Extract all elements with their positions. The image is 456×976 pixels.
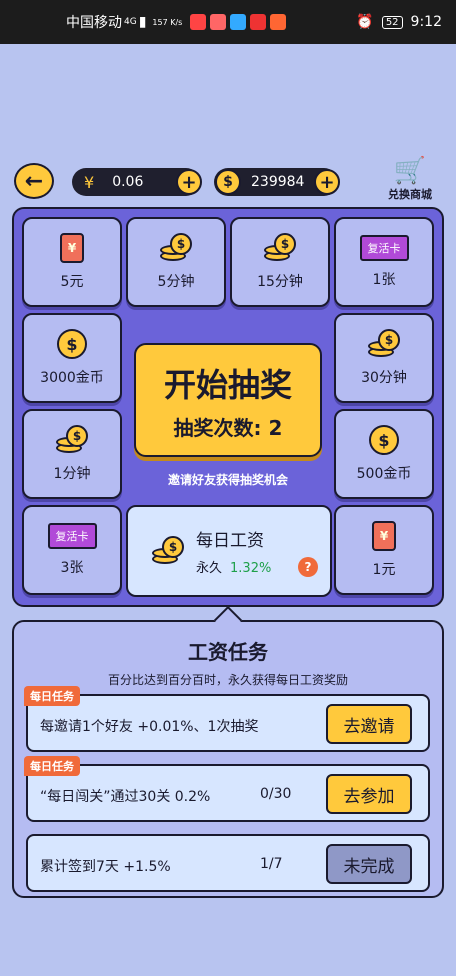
lottery-board: ¥ 5元 $ 5分钟 $ 15分钟 复活卡 1张 $ 3000金币 $ 30分钟… xyxy=(12,207,444,607)
add-cash-button[interactable]: + xyxy=(176,169,202,195)
coin-icon: $ xyxy=(57,329,87,359)
coin-stack-icon: $ xyxy=(160,233,192,263)
coin-value: 239984 xyxy=(251,174,305,190)
task-text: 每邀请1个好友 +0.01%、1次抽奖 xyxy=(40,719,259,735)
notification-icons xyxy=(190,14,287,30)
wage-percent: 1.32% xyxy=(230,561,272,576)
task-progress: 1/7 xyxy=(260,856,283,872)
battery-indicator: 52 xyxy=(381,15,403,29)
prize-label: 3000金币 xyxy=(40,370,104,386)
back-button[interactable]: ← xyxy=(14,163,54,199)
help-icon[interactable]: ? xyxy=(298,557,318,577)
arrow-left-icon: ← xyxy=(24,168,44,194)
net-speed: 157 K/s xyxy=(152,17,183,27)
coin-icon: $ xyxy=(369,425,399,455)
wage-tasks-panel: 工资任务 百分比达到百分百时，永久获得每日工资奖励 每日任务 每邀请1个好友 +… xyxy=(12,605,444,898)
prize-cell: $ 5分钟 xyxy=(126,217,226,307)
coin-balance: $ 239984 + xyxy=(214,168,340,196)
prize-cell: $ 30分钟 xyxy=(334,313,434,403)
task-row: 每日任务 “每日闯关”通过30关 0.2% 0/30 去参加 xyxy=(24,756,430,822)
panel-pointer xyxy=(213,605,243,635)
cart-icon: 🛒 xyxy=(393,156,427,186)
prize-label: 1元 xyxy=(372,562,396,578)
coin-stack-icon: $ xyxy=(368,329,400,359)
task-text: 累计签到7天 +1.5% xyxy=(40,859,171,875)
start-title: 开始抽奖 xyxy=(163,365,292,404)
prize-label: 5分钟 xyxy=(157,274,195,290)
clock: 9:12 xyxy=(410,14,442,30)
wage-period: 永久 xyxy=(196,561,223,576)
prize-label: 1分钟 xyxy=(53,466,91,482)
invite-button[interactable]: 去邀请 xyxy=(326,704,412,744)
coin-icon: $ xyxy=(215,169,241,195)
prize-label: 1张 xyxy=(372,272,396,288)
panel-subtitle: 百分比达到百分百时，永久获得每日工资奖励 xyxy=(107,673,348,687)
prize-cell: $ 1分钟 xyxy=(22,409,122,499)
shop-button[interactable]: 🛒 兑换商城 xyxy=(380,156,440,202)
task-tag: 每日任务 xyxy=(24,756,80,776)
red-envelope-icon: ¥ xyxy=(372,521,396,551)
prize-cell: 复活卡 3张 xyxy=(22,505,122,595)
coin-stack-icon: $ xyxy=(56,425,88,455)
cash-balance: ¥ 0.06 + xyxy=(72,168,202,196)
top-bar: ← ¥ 0.06 + $ 239984 + 🛒 兑换商城 xyxy=(14,156,444,204)
task-row: 每日任务 每邀请1个好友 +0.01%、1次抽奖 去邀请 xyxy=(24,686,430,752)
task-text: “每日闯关”通过30关 0.2% xyxy=(40,789,211,805)
daily-wage-card[interactable]: $ 每日工资 永久 1.32% ? xyxy=(126,505,332,597)
prize-label: 30分钟 xyxy=(361,370,407,386)
yen-icon: ¥ xyxy=(84,172,95,192)
prize-cell: ¥ 5元 xyxy=(22,217,122,307)
prize-label: 15分钟 xyxy=(257,274,303,290)
shop-label: 兑换商城 xyxy=(388,188,432,201)
panel-title: 工资任务 xyxy=(188,640,268,664)
prize-cell: $ 15分钟 xyxy=(230,217,330,307)
alarm-icon: ⏰ xyxy=(356,14,374,30)
prize-label: 3张 xyxy=(60,560,84,576)
red-envelope-icon: ¥ xyxy=(60,233,84,263)
task-progress: 0/30 xyxy=(260,786,292,802)
start-lottery-button[interactable]: 开始抽奖 抽奖次数: 2 xyxy=(134,343,322,457)
task-row: 累计签到7天 +1.5% 1/7 未完成 xyxy=(26,834,430,892)
task-tag: 每日任务 xyxy=(24,686,80,706)
prize-label: 500金币 xyxy=(356,466,412,482)
signal-icon: ▮ xyxy=(138,14,147,30)
coin-stack-icon: $ xyxy=(152,536,184,566)
network-type: 4G xyxy=(124,17,137,27)
draw-count: 抽奖次数: 2 xyxy=(173,415,283,440)
prize-cell: $ 500金币 xyxy=(334,409,434,499)
carrier-name: 中国移动 xyxy=(66,15,122,31)
status-bar: 中国移动 4G ▮ 157 K/s ⏰ 52 9:12 xyxy=(0,0,456,44)
prize-cell: 复活卡 1张 xyxy=(334,217,434,307)
incomplete-button[interactable]: 未完成 xyxy=(326,844,412,884)
cash-value: 0.06 xyxy=(112,174,144,190)
revive-card-icon: 复活卡 xyxy=(359,235,409,261)
prize-label: 5元 xyxy=(60,274,84,290)
coin-stack-icon: $ xyxy=(264,233,296,263)
invite-hint[interactable]: 邀请好友获得抽奖机会 xyxy=(126,471,330,488)
join-button[interactable]: 去参加 xyxy=(326,774,412,814)
revive-card-icon: 复活卡 xyxy=(47,523,97,549)
wage-title: 每日工资 xyxy=(196,531,264,551)
add-coins-button[interactable]: + xyxy=(314,169,340,195)
prize-cell: $ 3000金币 xyxy=(22,313,122,403)
prize-cell: ¥ 1元 xyxy=(334,505,434,595)
